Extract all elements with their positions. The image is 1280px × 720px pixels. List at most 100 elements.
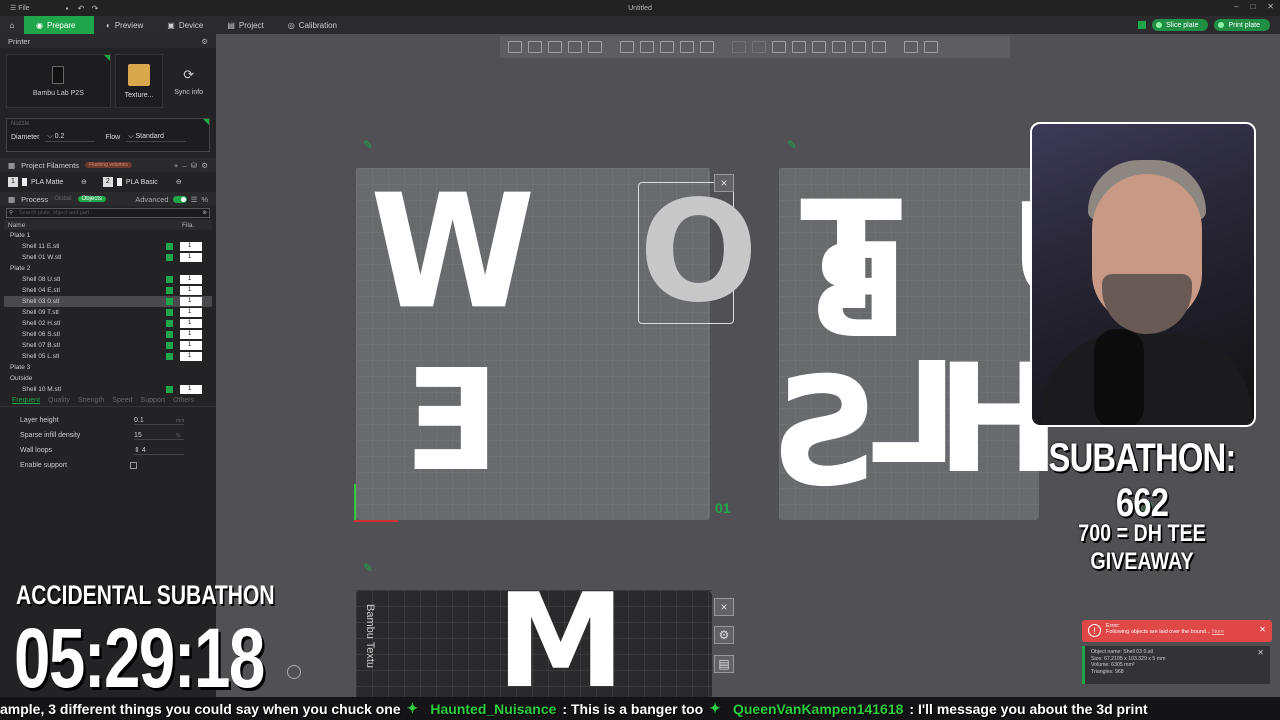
- measure-icon[interactable]: [904, 41, 918, 53]
- edit-plate-icon[interactable]: ✎: [363, 138, 373, 152]
- error-link[interactable]: Nore: [1212, 629, 1224, 635]
- letter-o-object-selected[interactable]: O: [638, 182, 758, 324]
- object-filament-input[interactable]: 1: [180, 253, 202, 262]
- object-list-item[interactable]: Shell 05 L.stl 1: [4, 351, 212, 362]
- object-list-item[interactable]: Shell 11 E.stl 1: [4, 241, 212, 252]
- print-plate-button[interactable]: Print plate: [1214, 19, 1270, 31]
- rotate-icon[interactable]: [640, 41, 654, 53]
- object-list-item[interactable]: Shell 09 T.stl 1: [4, 307, 212, 318]
- list-icon[interactable]: ☰: [191, 195, 198, 204]
- object-visible-checkbox[interactable]: [166, 298, 173, 305]
- percent-icon[interactable]: %: [201, 195, 208, 204]
- cube-icon[interactable]: [832, 41, 846, 53]
- sync-info-button[interactable]: ⟳ Sync info: [167, 54, 210, 108]
- object-filament-input[interactable]: 1: [180, 308, 202, 317]
- tab-others[interactable]: Others: [173, 397, 194, 404]
- object-filament-input[interactable]: 1: [180, 385, 202, 394]
- filament-name[interactable]: PLA Matte: [31, 179, 77, 186]
- letter-e-object[interactable]: E: [404, 340, 500, 503]
- flushing-volumes-button[interactable]: Flushing volumes: [85, 162, 132, 168]
- letter-w-object[interactable]: W: [370, 174, 535, 338]
- object-list-item[interactable]: Shell 02 H.stl 1: [4, 318, 212, 329]
- object-visible-checkbox[interactable]: [166, 342, 173, 349]
- object-search-input[interactable]: ⚲ Search plate, object and part... ⊗: [6, 208, 210, 218]
- object-filament-input[interactable]: 1: [180, 341, 202, 350]
- plate-type-selector[interactable]: Texture...: [114, 54, 164, 108]
- advanced-toggle[interactable]: [172, 195, 187, 203]
- add-filament-icon[interactable]: +: [174, 161, 178, 170]
- tab-strength[interactable]: Strength: [78, 397, 104, 404]
- objects-toggle[interactable]: Objects: [77, 196, 106, 202]
- tab-speed[interactable]: Speed: [112, 397, 132, 404]
- object-list-item[interactable]: Shell 01 W.stl 1: [4, 252, 212, 263]
- global-toggle[interactable]: Global: [54, 196, 71, 202]
- support-paint-icon[interactable]: [732, 41, 746, 53]
- redo-icon[interactable]: ↷: [88, 4, 102, 13]
- edit-plate-icon[interactable]: ✎: [363, 561, 373, 575]
- object-filament-input[interactable]: 1: [180, 242, 202, 251]
- move-icon[interactable]: [620, 41, 634, 53]
- filament-settings-icon[interactable]: ⚙: [201, 161, 208, 170]
- object-filament-input[interactable]: 1: [180, 286, 202, 295]
- object-list-plate[interactable]: Plate 1: [4, 230, 212, 241]
- flow-select[interactable]: ⌵ Standard: [126, 133, 187, 142]
- object-list-item[interactable]: Shell 08 U.stl 1: [4, 274, 212, 285]
- printer-selector[interactable]: Bambu Lab P2S: [6, 54, 111, 108]
- close-info-icon[interactable]: ✕: [1257, 649, 1264, 657]
- object-visible-checkbox[interactable]: [166, 320, 173, 327]
- boolean-icon[interactable]: [872, 41, 886, 53]
- object-visible-checkbox[interactable]: [166, 243, 173, 250]
- object-list-plate[interactable]: Plate 2: [4, 263, 212, 274]
- object-list-item[interactable]: Shell 06 S.stl 1: [4, 329, 212, 340]
- seam-paint-icon[interactable]: [752, 41, 766, 53]
- object-visible-checkbox[interactable]: [166, 386, 173, 393]
- plate-settings-icon[interactable]: ⚙: [714, 626, 734, 644]
- object-filament-input[interactable]: 1: [180, 330, 202, 339]
- edit-plate-icon[interactable]: ✎: [787, 138, 797, 152]
- object-filament-input[interactable]: 1: [180, 319, 202, 328]
- minimize-icon[interactable]: –: [1234, 2, 1238, 11]
- printer-settings-icon[interactable]: ⚙: [201, 37, 208, 46]
- sync-filament-icon[interactable]: ⛁: [191, 161, 197, 170]
- object-filament-input[interactable]: 1: [180, 297, 202, 306]
- object-visible-checkbox[interactable]: [166, 353, 173, 360]
- close-plate-icon[interactable]: ×: [714, 598, 734, 616]
- object-visible-checkbox[interactable]: [166, 331, 173, 338]
- orient-icon[interactable]: [548, 41, 562, 53]
- lay-on-face-icon[interactable]: [680, 41, 694, 53]
- status-icon[interactable]: [287, 665, 301, 679]
- object-visible-checkbox[interactable]: [166, 287, 173, 294]
- object-list-plate[interactable]: Plate 3: [4, 362, 212, 373]
- object-list-item[interactable]: Shell 07 B.stl 1: [4, 340, 212, 351]
- letter-s-object[interactable]: S: [770, 346, 878, 520]
- object-list-item[interactable]: Shell 03 0.stl 1: [4, 296, 212, 307]
- slice-plate-button[interactable]: Slice plate: [1152, 19, 1209, 31]
- split-icon[interactable]: [588, 41, 602, 53]
- diameter-select[interactable]: ⌵ 0.2: [45, 133, 96, 142]
- variable-layer-icon[interactable]: [924, 41, 938, 53]
- text-icon[interactable]: [792, 41, 806, 53]
- letter-l-object[interactable]: L: [869, 333, 958, 496]
- close-error-icon[interactable]: ✕: [1259, 625, 1266, 634]
- filament-edit-icon[interactable]: ⊖: [81, 178, 87, 186]
- undo-icon[interactable]: ↶: [74, 4, 88, 13]
- tab-quality[interactable]: Quality: [48, 397, 70, 404]
- fill-icon[interactable]: [772, 41, 786, 53]
- object-filament-input[interactable]: 1: [180, 352, 202, 361]
- remove-filament-icon[interactable]: –: [182, 161, 186, 170]
- plate-icon[interactable]: [568, 41, 582, 53]
- object-filament-input[interactable]: 1: [180, 275, 202, 284]
- assembly-icon[interactable]: [852, 41, 866, 53]
- tab-project[interactable]: ▤ Project: [215, 16, 275, 34]
- maximize-icon[interactable]: □: [1250, 2, 1255, 11]
- object-visible-checkbox[interactable]: [166, 254, 173, 261]
- file-menu[interactable]: ☰ File: [0, 4, 60, 12]
- object-list-plate[interactable]: Outside: [4, 373, 212, 384]
- tab-frequent[interactable]: Frequent: [12, 397, 40, 404]
- letter-m-object[interactable]: M: [496, 576, 625, 706]
- arrange-icon[interactable]: [528, 41, 542, 53]
- object-visible-checkbox[interactable]: [166, 309, 173, 316]
- plate-settings-icon[interactable]: [1138, 21, 1147, 29]
- add-object-icon[interactable]: [508, 41, 522, 53]
- enable-support-checkbox[interactable]: [130, 462, 137, 469]
